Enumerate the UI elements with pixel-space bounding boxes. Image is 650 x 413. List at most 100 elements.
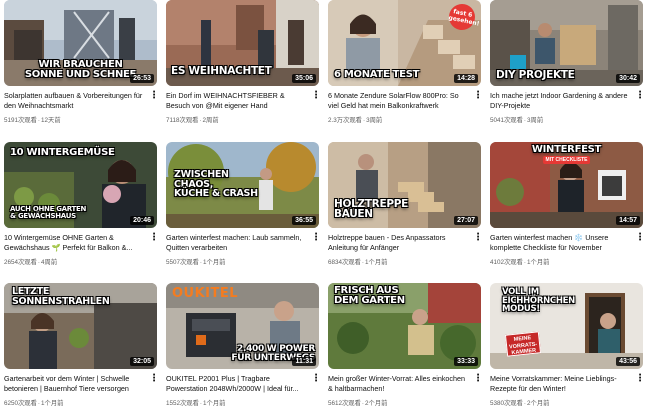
video-card[interactable]: ZWISCHEN CHAOS, KÜCHE & CRASH 36:55 Garten… [166, 142, 321, 266]
more-vert-icon[interactable]: ⋮ [473, 91, 483, 103]
more-vert-icon[interactable]: ⋮ [149, 91, 159, 103]
video-stats: 6834次观看·1个月前 [328, 257, 469, 266]
video-card[interactable]: FRISCH AUS DEM GARTEN 33:33 Mein großer W… [328, 283, 483, 407]
video-title[interactable]: Ich mache jetzt Indoor Gardening & ander… [490, 91, 631, 111]
video-thumbnail[interactable]: OUKITEL 2.400 W POWER FÜR UNTERWEGS 11:31 [166, 283, 319, 369]
stats-separator: · [37, 400, 41, 407]
video-card[interactable]: DIY PROJEKTE 30:42 Ich mache jetzt Indoo… [490, 0, 645, 124]
view-count: 5041次观看 [490, 117, 523, 124]
upload-age: 12天前 [41, 117, 61, 124]
duration-badge: 32:05 [130, 357, 154, 366]
video-title[interactable]: Garten winterfest machen: Laub sammeln, … [166, 233, 307, 253]
video-meta: Meine Vorratskammer: Meine Lieblings-Rez… [490, 374, 645, 408]
video-card[interactable]: VOLL IM EICHHÖRNCHEN MODUS! MEINE VORRATS- K… [490, 283, 645, 408]
video-title[interactable]: Holztreppe bauen - Des Anpassators Anlei… [328, 233, 469, 253]
stats-separator: · [523, 400, 527, 407]
video-title[interactable]: Meine Vorratskammer: Meine Lieblings-Rez… [490, 374, 631, 394]
video-thumbnail[interactable]: WINTERFEST MIT CHECKLISTE 14:57 [490, 142, 643, 228]
stats-separator: · [362, 117, 366, 124]
view-count: 2654次观看 [4, 259, 37, 266]
stats-separator: · [199, 400, 203, 407]
video-card[interactable]: 10 WINTERGEMÜSE AUCH OHNE GARTEN & GEWÄCH… [4, 142, 159, 267]
view-count: 6250次观看 [4, 400, 37, 407]
view-count: 5612次观看 [328, 400, 361, 407]
video-stats: 5191次观看·12天前 [4, 115, 145, 124]
thumbnail-overlay-text: LETZTE SONNENSTRAHLEN [12, 286, 110, 307]
video-thumbnail[interactable]: LETZTE SONNENSTRAHLEN 32:05 [4, 283, 157, 369]
video-stats: 5612次观看·2个月前 [328, 398, 469, 407]
video-meta: Holztreppe bauen - Des Anpassators Anlei… [328, 233, 483, 267]
video-stats: 2.3万次观看·3周前 [328, 115, 469, 124]
duration-badge: 27:07 [454, 216, 478, 225]
video-meta: 10 Wintergemüse OHNE Garten & Gewächshau… [4, 233, 159, 267]
view-count: 1552次观看 [166, 400, 199, 407]
video-thumbnail[interactable]: ZWISCHEN CHAOS, KÜCHE & CRASH 36:55 [166, 142, 319, 228]
more-vert-icon[interactable]: ⋮ [635, 374, 645, 386]
video-card[interactable]: WINTERFEST MIT CHECKLISTE 14:57 Garten w… [490, 142, 645, 267]
video-card[interactable]: WIR BRAUCHEN SONNE UND SCHNEE 26:53 Solar… [4, 0, 159, 124]
upload-age: 1个月前 [203, 400, 226, 407]
duration-badge: 11:31 [292, 357, 316, 366]
stats-separator: · [361, 259, 365, 266]
pantry-stamp: MEINE VORRATS- KAMMER [504, 331, 542, 357]
brand-logo: OUKITEL [172, 286, 239, 301]
video-title[interactable]: Mein großer Winter-Vorrat: Alles einkoch… [328, 374, 469, 394]
video-meta: Ein Dorf im WEIHNACHTSFIEBER & Besuch vo… [166, 91, 321, 125]
thumbnail-overlay-text: WINTERFEST [531, 144, 602, 155]
thumbnail-overlay-text: ZWISCHEN CHAOS, KÜCHE & CRASH [174, 169, 258, 200]
video-title[interactable]: Gartenarbeit vor dem Winter | Schwelle b… [4, 374, 145, 394]
upload-age: 2个月前 [365, 400, 388, 407]
video-card[interactable]: ES WEIHNACHTET 35:06 Ein Dorf im WEIHNAC… [166, 0, 321, 125]
view-count: 5191次观看 [4, 117, 37, 124]
video-thumbnail[interactable]: HOLZTREPPE BAUEN 27:07 [328, 142, 481, 228]
upload-age: 3周前 [366, 117, 383, 124]
video-title[interactable]: Garten winterfest machen ❄️ Unsere kompl… [490, 233, 631, 253]
video-card[interactable]: LETZTE SONNENSTRAHLEN 32:05 Gartenarbeit … [4, 283, 159, 407]
video-card[interactable]: fast 6 gesehen! 6 MONATE TEST 14:28 6 Mo… [328, 0, 483, 124]
video-thumbnail[interactable]: VOLL IM EICHHÖRNCHEN MODUS! MEINE VORRATS- K… [490, 283, 643, 369]
video-meta: Garten winterfest machen ❄️ Unsere kompl… [490, 233, 645, 267]
upload-age: 4周前 [41, 259, 58, 266]
more-vert-icon[interactable]: ⋮ [473, 233, 483, 245]
video-title[interactable]: 6 Monate Zendure SolarFlow 800Pro: So vi… [328, 91, 469, 111]
video-stats: 5380次观看·2个月前 [490, 398, 631, 407]
thumbnail-overlay-text: 10 WINTERGEMÜSE [10, 147, 115, 158]
stats-separator: · [199, 259, 203, 266]
more-vert-icon[interactable]: ⋮ [149, 233, 159, 245]
duration-badge: 14:57 [616, 216, 640, 225]
video-thumbnail[interactable]: FRISCH AUS DEM GARTEN 33:33 [328, 283, 481, 369]
video-stats: 5507次观看·1个月前 [166, 257, 307, 266]
upload-age: 3周前 [527, 117, 544, 124]
video-title[interactable]: Ein Dorf im WEIHNACHTSFIEBER & Besuch vo… [166, 91, 307, 111]
video-stats: 7118次观看·2周前 [166, 115, 307, 124]
thumbnail-overlay-text: FRISCH AUS DEM GARTEN [334, 285, 405, 307]
video-title[interactable]: OUKITEL P2001 Plus | Tragbare Powerstati… [166, 374, 307, 394]
more-vert-icon[interactable]: ⋮ [635, 91, 645, 103]
duration-badge: 33:33 [454, 357, 478, 366]
more-vert-icon[interactable]: ⋮ [311, 233, 321, 245]
checklist-badge: MIT CHECKLISTE [542, 156, 591, 164]
duration-badge: 30:42 [616, 74, 640, 83]
video-card[interactable]: OUKITEL 2.400 W POWER FÜR UNTERWEGS 11:31… [166, 283, 321, 407]
upload-age: 1个月前 [365, 259, 388, 266]
more-vert-icon[interactable]: ⋮ [311, 374, 321, 386]
more-vert-icon[interactable]: ⋮ [311, 91, 321, 103]
more-vert-icon[interactable]: ⋮ [635, 233, 645, 245]
video-title[interactable]: 10 Wintergemüse OHNE Garten & Gewächshau… [4, 233, 145, 253]
more-vert-icon[interactable]: ⋮ [149, 374, 159, 386]
view-count: 5507次观看 [166, 259, 199, 266]
video-card[interactable]: HOLZTREPPE BAUEN 27:07 Holztreppe bauen -… [328, 142, 483, 267]
duration-badge: 20:46 [130, 216, 154, 225]
video-thumbnail[interactable]: WIR BRAUCHEN SONNE UND SCHNEE 26:53 [4, 0, 157, 86]
video-thumbnail[interactable]: fast 6 gesehen! 6 MONATE TEST 14:28 [328, 0, 481, 86]
view-count: 4102次观看 [490, 259, 523, 266]
more-vert-icon[interactable]: ⋮ [473, 374, 483, 386]
view-count: 5380次观看 [490, 400, 523, 407]
video-thumbnail[interactable]: DIY PROJEKTE 30:42 [490, 0, 643, 86]
video-thumbnail[interactable]: 10 WINTERGEMÜSE AUCH OHNE GARTEN & GEWÄCH… [4, 142, 157, 228]
video-thumbnail[interactable]: ES WEIHNACHTET 35:06 [166, 0, 319, 86]
video-title[interactable]: Solarplatten aufbauen & Vorbereitungen f… [4, 91, 145, 111]
upload-age: 2周前 [202, 117, 219, 124]
upload-age: 1个月前 [527, 259, 550, 266]
stats-separator: · [361, 400, 365, 407]
